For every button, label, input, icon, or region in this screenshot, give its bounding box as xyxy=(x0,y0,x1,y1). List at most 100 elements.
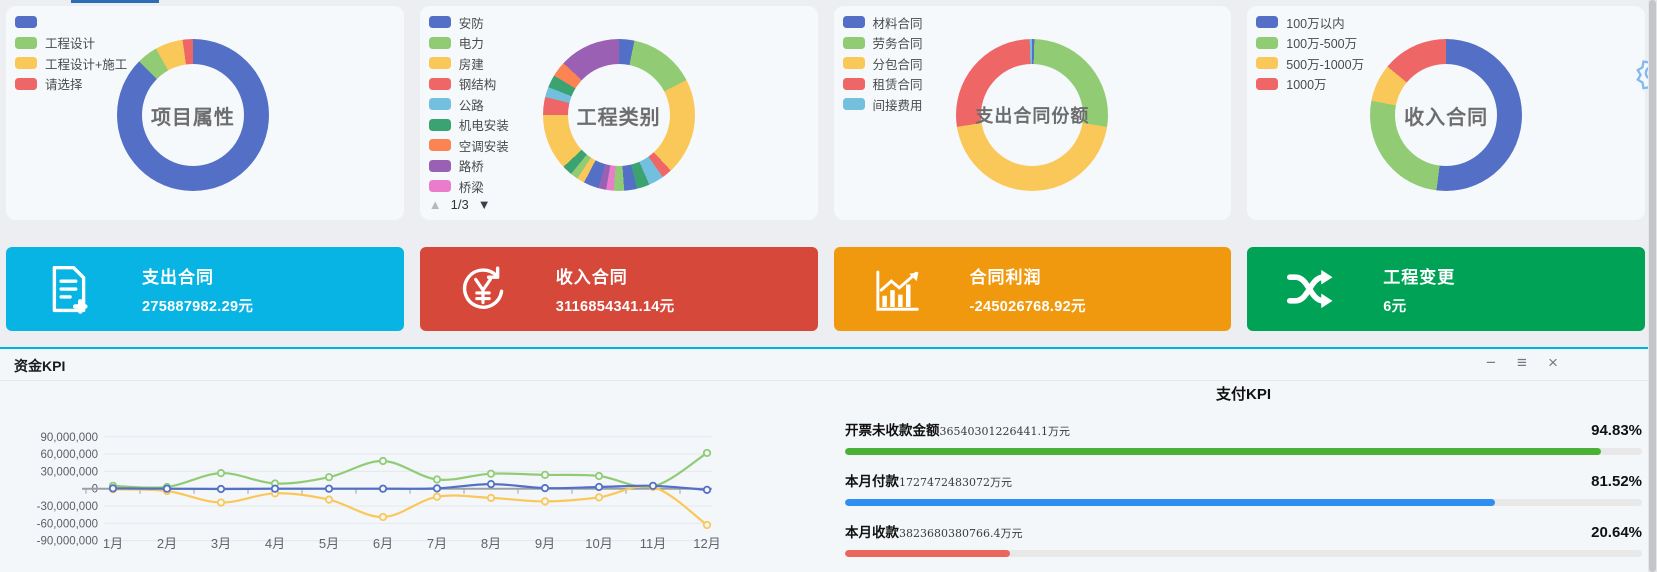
pay-kpi-title: 支付KPI xyxy=(845,383,1642,404)
donut-chart[interactable]: 支出合同份额 xyxy=(956,39,1108,191)
kpi-card-3[interactable]: 合同利润-245026768.92元 xyxy=(834,247,1232,331)
legend-label: 桥梁 xyxy=(459,177,484,196)
close-icon[interactable]: × xyxy=(1544,352,1562,374)
pay-kpi-progress-track xyxy=(845,448,1642,455)
series-blue-point xyxy=(434,485,440,491)
legend-item[interactable]: 500万-1000万 xyxy=(1256,57,1364,69)
donut-panel-3: 材料合同劳务合同分包合同租赁合同间接费用 支出合同份额 xyxy=(834,6,1232,220)
svg-text:6月: 6月 xyxy=(373,536,393,551)
series-blue-point xyxy=(380,486,386,492)
kpi-card-2[interactable]: 收入合同3116854341.14元 xyxy=(420,247,818,331)
legend-swatch xyxy=(1256,78,1278,90)
legend-item[interactable]: 1000万 xyxy=(1256,78,1364,90)
kpi-card-label: 工程变更 xyxy=(1383,263,1455,288)
legend-item[interactable]: 安防 xyxy=(429,16,509,28)
legend-swatch xyxy=(843,98,865,110)
legend-label: 间接费用 xyxy=(873,95,923,114)
series-green-point xyxy=(434,476,440,482)
chart-legend: 安防电力房建钢结构公路机电安装空调安装路桥桥梁 xyxy=(429,16,509,201)
pay-kpi-progress-fill xyxy=(845,448,1601,455)
shuffle-icon xyxy=(1283,262,1337,316)
svg-text:30,000,000: 30,000,000 xyxy=(40,466,98,478)
legend-item[interactable]: 钢结构 xyxy=(429,78,509,90)
legend-swatch xyxy=(429,37,451,49)
active-tab-indicator xyxy=(71,0,159,3)
legend-swatch xyxy=(1256,37,1278,49)
pay-kpi-label: 开票未收款金额 xyxy=(845,423,940,438)
kpi-card-1[interactable]: 支出合同275887982.29元 xyxy=(6,247,404,331)
minimize-icon[interactable]: − xyxy=(1482,352,1500,374)
chart-legend: 100万以内100万-500万500万-1000万1000万 xyxy=(1256,16,1364,98)
legend-label: 租赁合同 xyxy=(873,74,923,93)
legend-label: 500万-1000万 xyxy=(1286,54,1364,73)
legend-item[interactable]: 机电安装 xyxy=(429,119,509,131)
legend-item[interactable]: 工程设计 xyxy=(15,37,127,49)
pay-kpi-row-header: 开票未收款金额36540301226441.1万元94.83% xyxy=(845,419,1642,440)
series-blue-point xyxy=(596,484,602,490)
legend-item[interactable]: 100万以内 xyxy=(1256,16,1364,28)
legend-item[interactable]: 100万-500万 xyxy=(1256,37,1364,49)
legend-swatch xyxy=(429,16,451,28)
svg-text:90,000,000: 90,000,000 xyxy=(40,432,98,444)
donut-hole: 收入合同 xyxy=(1395,64,1497,166)
series-green-point xyxy=(218,470,224,476)
legend-item[interactable]: 材料合同 xyxy=(843,16,923,28)
legend-item[interactable]: 间接费用 xyxy=(843,98,923,110)
legend-label: 钢结构 xyxy=(459,74,497,93)
donut-chart[interactable]: 收入合同 xyxy=(1370,39,1522,191)
legend-label: 路桥 xyxy=(459,156,484,175)
pay-kpi-row: 本月付款1727472483072万元81.52% xyxy=(845,470,1642,506)
legend-item[interactable] xyxy=(15,16,127,28)
pay-kpi-percent: 81.52% xyxy=(1591,473,1642,490)
legend-item[interactable]: 工程设计+施工 xyxy=(15,57,127,69)
legend-item[interactable]: 空调安装 xyxy=(429,139,509,151)
window-controls: −≡ × xyxy=(1482,352,1562,374)
legend-item[interactable]: 租赁合同 xyxy=(843,78,923,90)
fund-line-chart[interactable]: 90,000,00060,000,00030,000,0000-30,000,0… xyxy=(20,394,720,566)
donut-chart[interactable]: 项目属性 xyxy=(117,39,269,191)
chart-growth-icon xyxy=(870,262,924,316)
pay-kpi-progress-fill xyxy=(845,550,1010,557)
legend-label: 100万-500万 xyxy=(1286,33,1357,52)
donut-chart-row: 工程设计工程设计+施工请选择项目属性安防电力房建钢结构公路机电安装空调安装路桥桥… xyxy=(6,6,1645,220)
legend-label: 机电安装 xyxy=(459,115,509,134)
series-blue-point xyxy=(326,486,332,492)
legend-swatch xyxy=(15,37,37,49)
series-yellow-point xyxy=(218,499,224,505)
legend-page-down-icon[interactable]: ▼ xyxy=(478,197,491,212)
legend-label: 请选择 xyxy=(45,74,83,93)
legend-label: 1000万 xyxy=(1286,74,1326,93)
pay-kpi-progress-track xyxy=(845,550,1642,557)
series-green-point xyxy=(704,450,710,456)
page-scrollbar[interactable] xyxy=(1648,0,1657,572)
legend-swatch xyxy=(429,180,451,192)
kpi-card-4[interactable]: 工程变更 6元 xyxy=(1247,247,1645,331)
legend-item[interactable]: 请选择 xyxy=(15,78,127,90)
donut-hole: 工程类别 xyxy=(568,64,670,166)
legend-item[interactable]: 劳务合同 xyxy=(843,37,923,49)
pay-kpi-label: 本月收款 xyxy=(845,525,899,540)
series-yellow-point xyxy=(380,514,386,520)
legend-swatch xyxy=(1256,57,1278,69)
menu-icon[interactable]: ≡ xyxy=(1513,352,1531,374)
kpi-card-row: 支出合同275887982.29元收入合同3116854341.14元合同利润-… xyxy=(6,247,1645,331)
legend-item[interactable]: 桥梁 xyxy=(429,180,509,192)
legend-page-up-icon[interactable]: ▲ xyxy=(429,197,442,212)
pay-kpi-row-left: 开票未收款金额36540301226441.1万元 xyxy=(845,419,1070,440)
legend-item[interactable]: 房建 xyxy=(429,57,509,69)
legend-item[interactable]: 分包合同 xyxy=(843,57,923,69)
kpi-card-label: 支出合同 xyxy=(142,263,253,288)
donut-chart[interactable]: 工程类别 xyxy=(543,39,695,191)
kpi-card-value: 6元 xyxy=(1383,295,1455,316)
kpi-card-texts: 工程变更 6元 xyxy=(1383,263,1455,316)
legend-item[interactable]: 电力 xyxy=(429,37,509,49)
legend-label: 安防 xyxy=(459,13,484,32)
series-yellow-point xyxy=(542,498,548,504)
series-green-point xyxy=(488,471,494,477)
scrollbar-thumb[interactable] xyxy=(1649,0,1656,572)
series-blue-point xyxy=(650,483,656,489)
pay-kpi-row-header: 本月收款3823680380766.4万元20.64% xyxy=(845,521,1642,542)
pay-kpi-percent: 20.64% xyxy=(1591,524,1642,541)
legend-item[interactable]: 公路 xyxy=(429,98,509,110)
legend-item[interactable]: 路桥 xyxy=(429,160,509,172)
